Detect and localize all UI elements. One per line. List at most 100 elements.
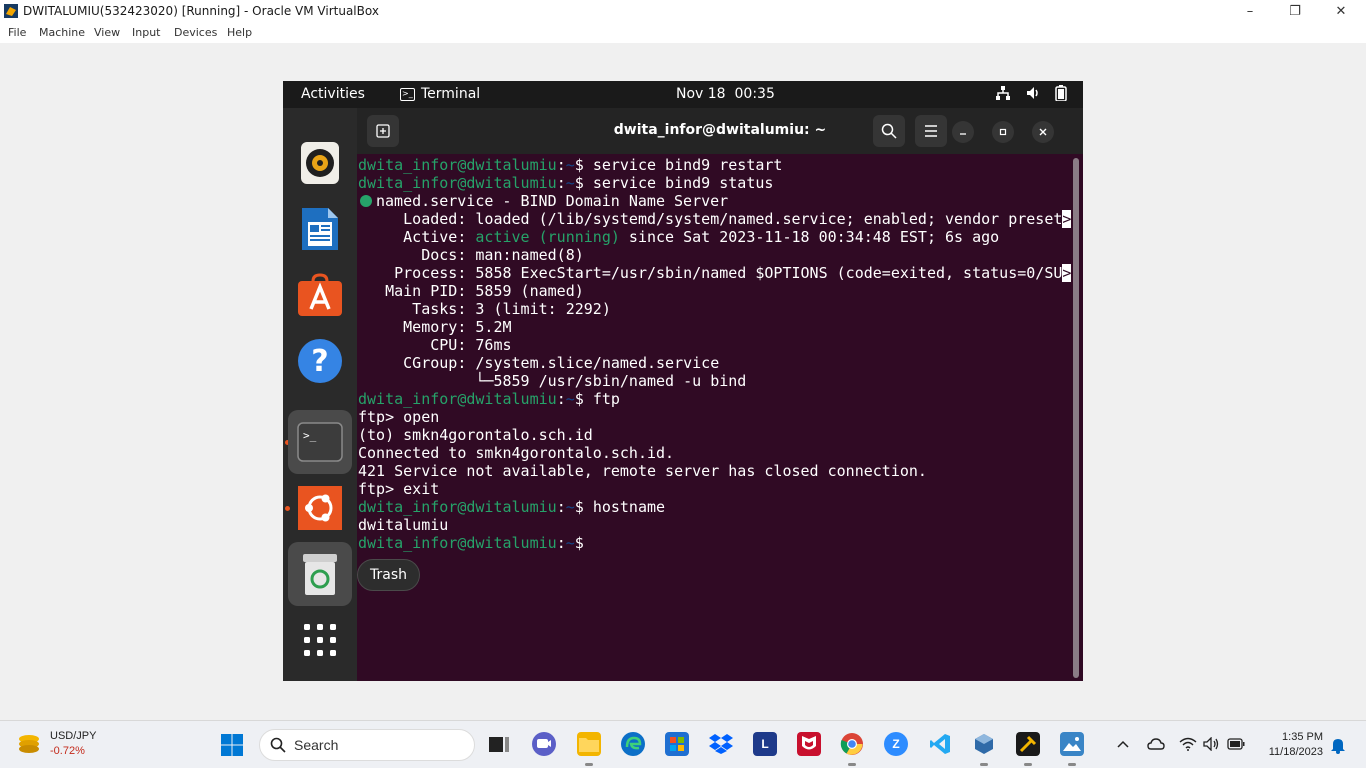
terminal-line: dwita_infor@dwitalumiu:~$ service bind9 … bbox=[358, 174, 774, 192]
close-icon bbox=[1039, 128, 1047, 136]
vscode-icon bbox=[930, 734, 950, 754]
app-menu-label: Terminal bbox=[421, 86, 481, 102]
dock-ubuntu-app[interactable] bbox=[288, 476, 352, 540]
microsoft-store-button[interactable] bbox=[665, 732, 689, 756]
notification-bell-icon[interactable] bbox=[1330, 736, 1346, 754]
running-indicator bbox=[1068, 763, 1076, 766]
restore-button[interactable]: ❐ bbox=[1272, 0, 1318, 23]
photos-button[interactable] bbox=[1060, 732, 1084, 756]
gnome-topbar: Activities >_ Terminal Nov 18 00:35 bbox=[283, 81, 1083, 108]
menu-file[interactable]: File bbox=[8, 26, 26, 39]
photos-icon bbox=[1063, 737, 1081, 751]
terminal-line: Main PID: 5859 (named) bbox=[358, 282, 584, 300]
terminal-line: Tasks: 3 (limit: 2292) bbox=[358, 300, 611, 318]
dock-libreoffice-writer[interactable] bbox=[288, 197, 352, 261]
ticker-name: USD/JPY bbox=[50, 730, 97, 742]
edge-button[interactable] bbox=[621, 732, 645, 756]
windows-start-icon[interactable] bbox=[220, 733, 244, 757]
dropbox-icon bbox=[709, 734, 733, 754]
ubuntu-software-icon bbox=[298, 273, 342, 316]
chevron-up-icon[interactable] bbox=[1117, 739, 1129, 749]
task-view-icon bbox=[489, 737, 509, 752]
menu-button[interactable] bbox=[915, 115, 947, 147]
tool-app-button[interactable] bbox=[1016, 732, 1040, 756]
dock-terminal[interactable]: >_ bbox=[288, 410, 352, 474]
terminal-line: dwita_infor@dwitalumiu:~$ hostname bbox=[358, 498, 666, 516]
onedrive-cloud-icon[interactable] bbox=[1147, 737, 1165, 751]
l-app-button[interactable]: L bbox=[753, 732, 777, 756]
search-icon bbox=[881, 123, 897, 139]
terminal-line: dwita_infor@dwitalumiu:~$ service bind9 … bbox=[358, 156, 783, 174]
close-button[interactable]: ✕ bbox=[1318, 0, 1364, 23]
wifi-icon[interactable] bbox=[1179, 737, 1197, 751]
minimize-icon bbox=[960, 133, 966, 135]
mcafee-button[interactable] bbox=[797, 732, 821, 756]
term-minimize-button[interactable] bbox=[952, 121, 974, 143]
virtualbox-icon bbox=[975, 734, 993, 754]
search-placeholder: Search bbox=[294, 737, 339, 753]
menu-input[interactable]: Input bbox=[132, 26, 160, 39]
terminal-icon: >_ bbox=[400, 87, 415, 101]
battery-icon[interactable] bbox=[1227, 738, 1245, 750]
rhythmbox-icon bbox=[301, 142, 339, 184]
menu-devices[interactable]: Devices bbox=[174, 26, 217, 39]
teams-chat-button[interactable] bbox=[532, 732, 556, 756]
battery-icon bbox=[1055, 85, 1067, 101]
terminal-output[interactable]: dwita_infor@dwitalumiu:~$ service bind9 … bbox=[358, 156, 1072, 681]
vscode-button[interactable] bbox=[928, 732, 952, 756]
status-dot-icon bbox=[360, 195, 372, 207]
virtualbox-button[interactable] bbox=[972, 732, 996, 756]
market-widget[interactable]: USD/JPY -0.72% bbox=[16, 729, 96, 759]
guest-screen[interactable]: Activities >_ Terminal Nov 18 00:35 ? >_… bbox=[283, 81, 1083, 681]
dock-show-apps[interactable] bbox=[288, 608, 352, 672]
term-close-button[interactable] bbox=[1032, 121, 1054, 143]
windows-taskbar: USD/JPY -0.72% Search L Z 1:35 PM 11/18/… bbox=[0, 720, 1366, 768]
speaker-icon[interactable] bbox=[1203, 737, 1221, 751]
menu-help[interactable]: Help bbox=[227, 26, 252, 39]
truncation-marker: > bbox=[1062, 210, 1072, 228]
dock-trash[interactable] bbox=[288, 542, 352, 606]
search-button[interactable] bbox=[873, 115, 905, 147]
ticker: USD/JPY -0.72% bbox=[50, 729, 96, 759]
terminal-line: CGroup: /system.slice/named.service bbox=[358, 354, 720, 372]
dock-help[interactable]: ? bbox=[288, 329, 352, 393]
terminal-line: ftp> open bbox=[358, 408, 440, 426]
terminal-window[interactable]: dwita_infor@dwitalumiu: ~ dwita_infor@dw… bbox=[357, 108, 1083, 681]
term-maximize-button[interactable] bbox=[992, 121, 1014, 143]
system-tray[interactable] bbox=[995, 85, 1067, 101]
activities-button[interactable]: Activities bbox=[301, 86, 365, 102]
chrome-button[interactable] bbox=[840, 732, 864, 756]
terminal-scrollbar[interactable] bbox=[1073, 158, 1079, 678]
app-menu-terminal[interactable]: >_ Terminal bbox=[400, 86, 480, 102]
taskbar-search[interactable]: Search bbox=[259, 729, 475, 761]
running-indicator bbox=[585, 763, 593, 766]
dock-ubuntu-software[interactable] bbox=[288, 263, 352, 327]
terminal-line: dwita_infor@dwitalumiu:~$ ftp bbox=[358, 390, 620, 408]
task-view-button[interactable] bbox=[487, 732, 511, 756]
virtualbox-app-icon bbox=[4, 4, 18, 18]
terminal-line: dwitalumiu bbox=[358, 516, 449, 534]
taskbar-date: 11/18/2023 bbox=[1268, 746, 1323, 758]
ticker-change: -0.72% bbox=[50, 745, 85, 757]
dropbox-button[interactable] bbox=[709, 732, 733, 756]
svg-text:?: ? bbox=[311, 344, 328, 379]
terminal-line: CPU: 76ms bbox=[358, 336, 512, 354]
trash-tooltip: Trash bbox=[357, 559, 420, 591]
chrome-icon bbox=[840, 733, 863, 755]
file-explorer-button[interactable] bbox=[577, 732, 601, 756]
menu-machine[interactable]: Machine bbox=[39, 26, 85, 39]
running-indicator bbox=[980, 763, 988, 766]
terminal-line: (to) smkn4gorontalo.sch.id bbox=[358, 426, 593, 444]
terminal-line: Active: active (running) since Sat 2023-… bbox=[358, 228, 1000, 246]
clock-time: 00:35 bbox=[734, 86, 775, 102]
zoom-button[interactable]: Z bbox=[884, 732, 908, 756]
ubuntu-dock: ? >_ bbox=[283, 108, 357, 681]
clock[interactable]: Nov 18 00:35 bbox=[676, 86, 775, 102]
minimize-button[interactable]: – bbox=[1227, 0, 1273, 23]
dock-rhythmbox[interactable] bbox=[288, 131, 352, 195]
taskbar-clock[interactable]: 1:35 PM 11/18/2023 bbox=[1261, 730, 1323, 760]
taskbar-time: 1:35 PM bbox=[1282, 731, 1323, 743]
terminal-line: Connected to smkn4gorontalo.sch.id. bbox=[358, 444, 675, 462]
chat-icon bbox=[537, 739, 551, 748]
menu-view[interactable]: View bbox=[94, 26, 120, 39]
